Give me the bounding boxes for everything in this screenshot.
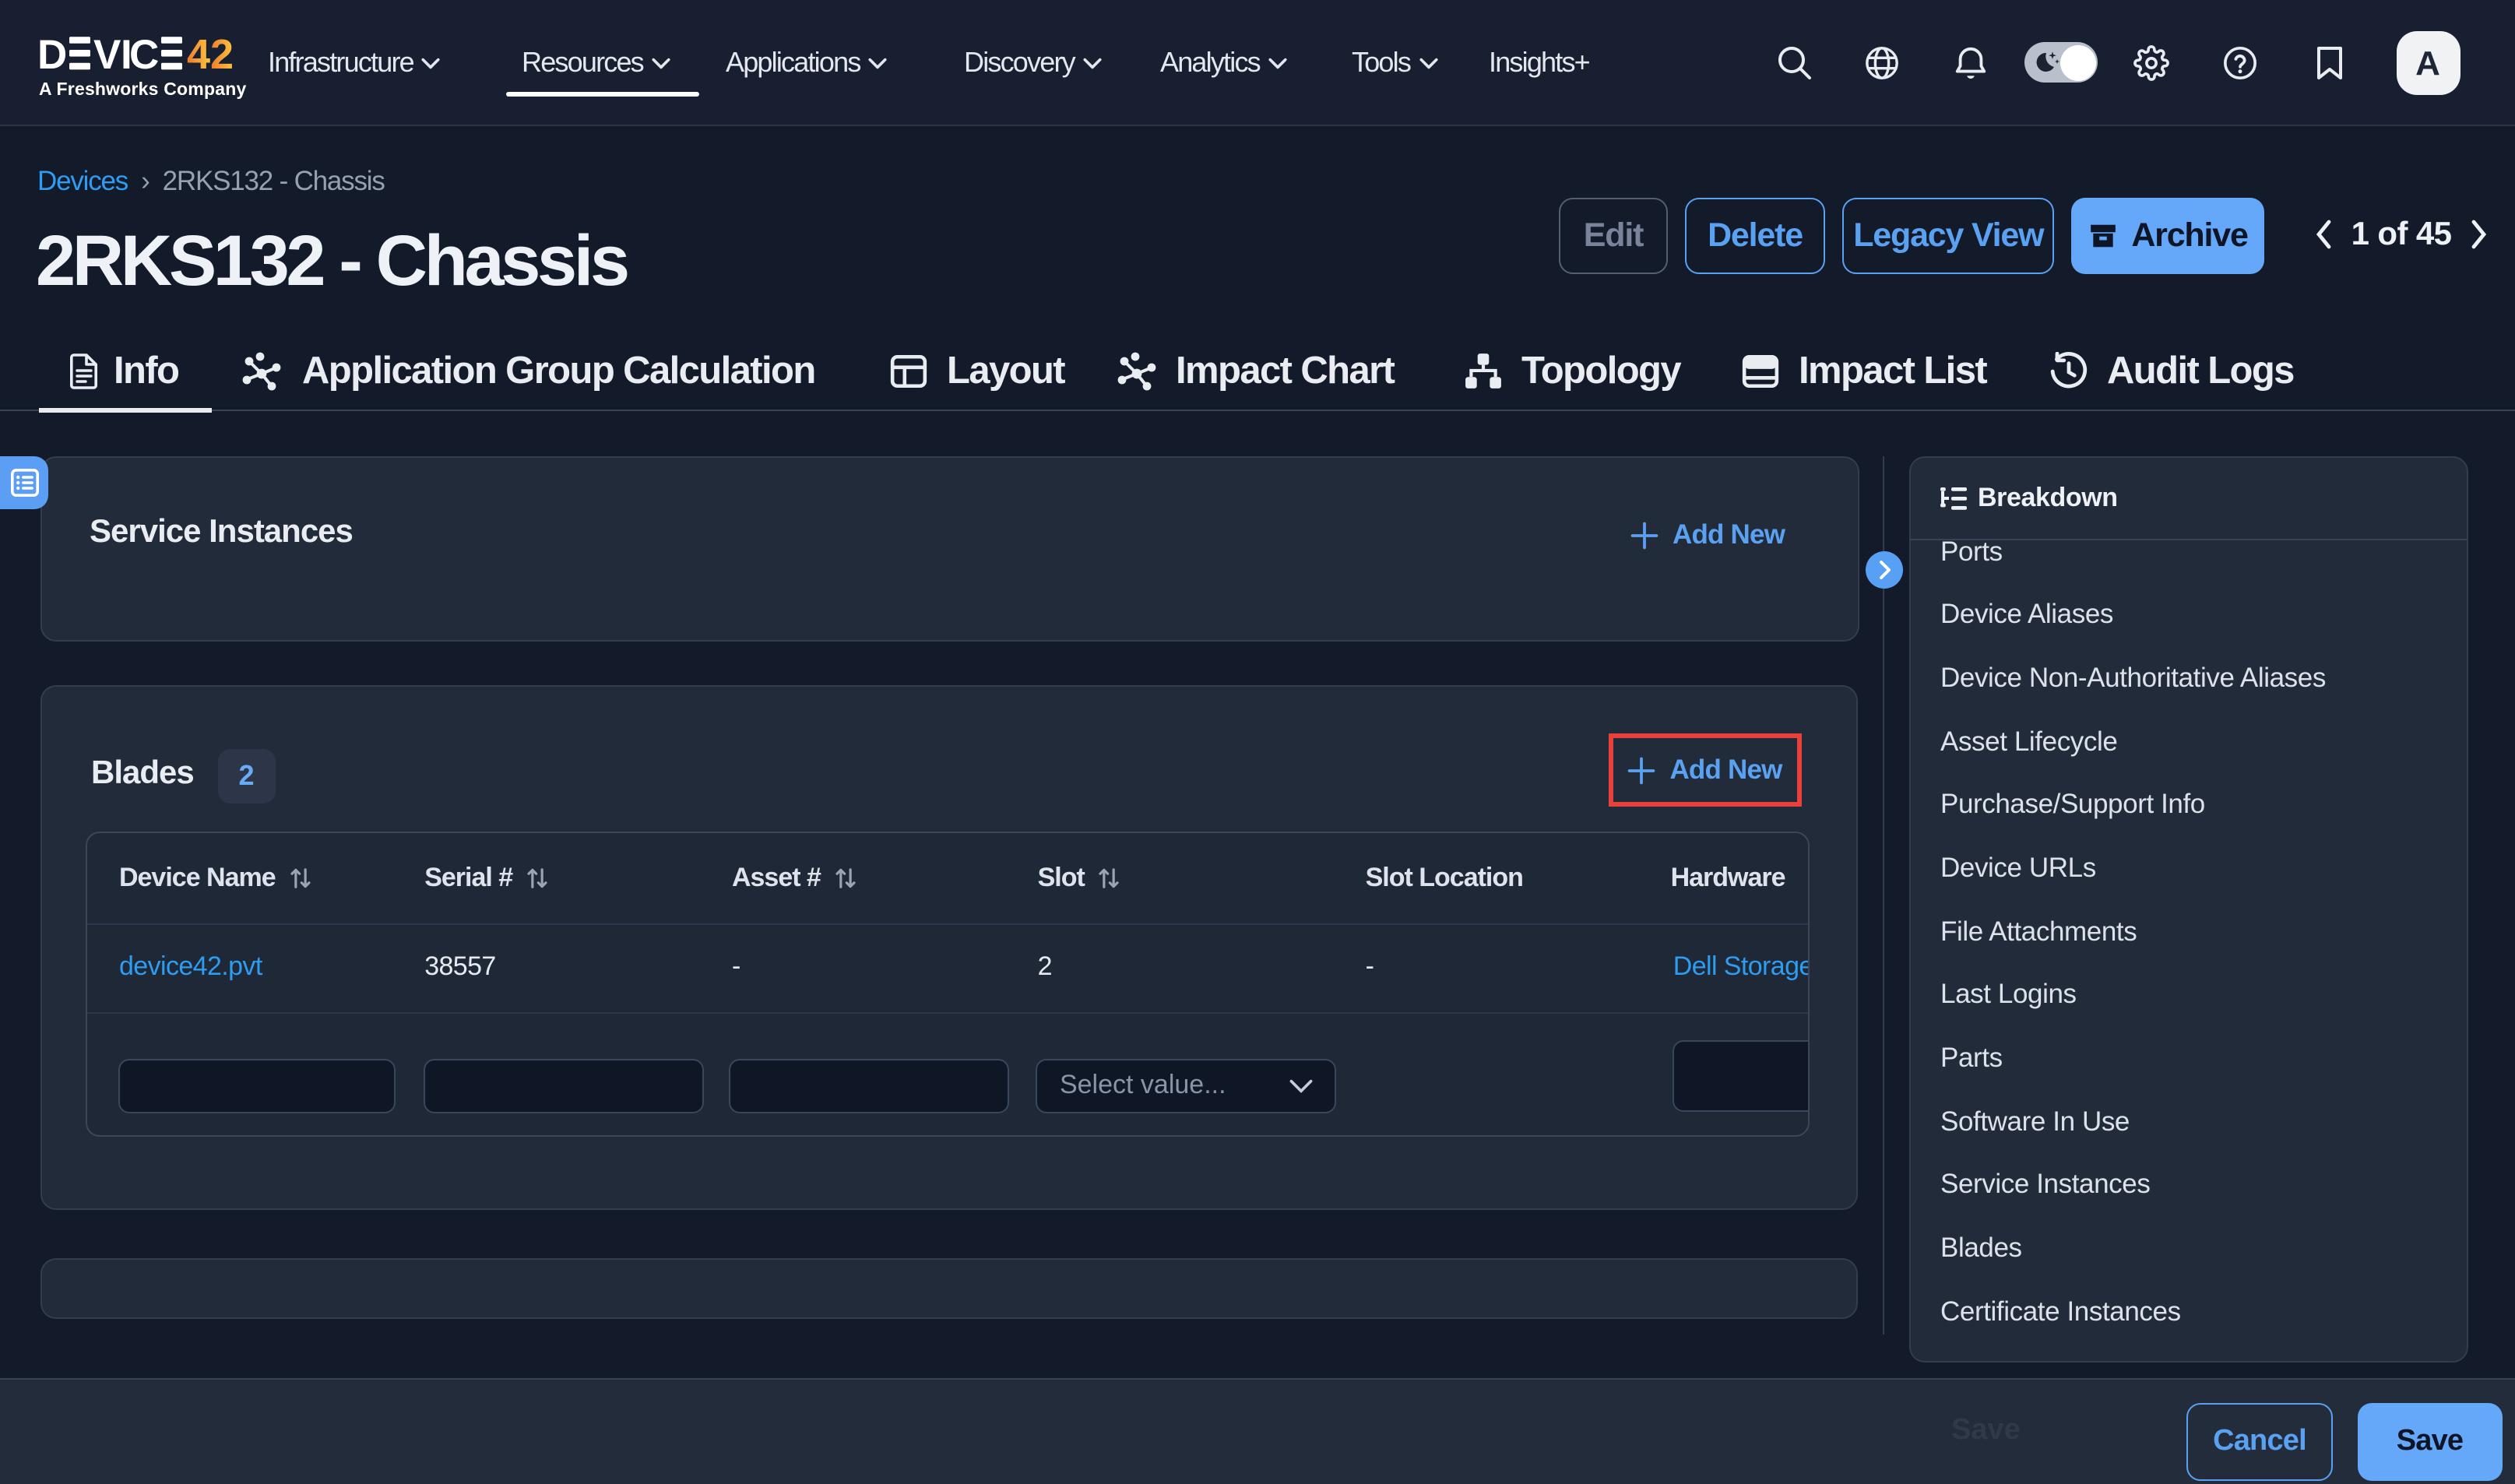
- svg-text:C: C: [129, 33, 159, 76]
- svg-text:D: D: [37, 33, 67, 76]
- svg-text:V: V: [93, 33, 121, 76]
- svg-text:4: 4: [187, 33, 210, 76]
- svg-text:2: 2: [210, 33, 234, 76]
